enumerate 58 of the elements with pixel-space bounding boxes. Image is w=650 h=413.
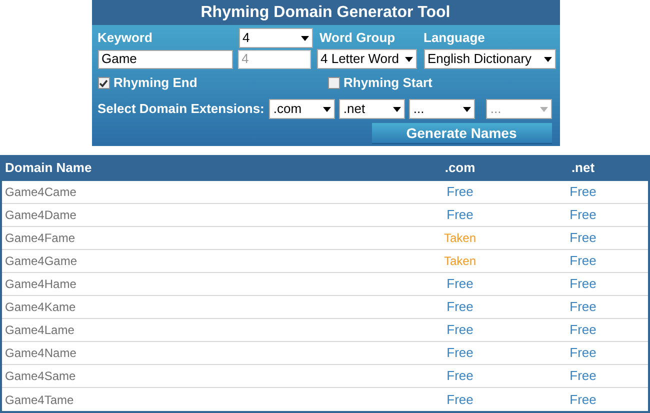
availability-status: Free	[446, 275, 474, 294]
domain-name: Game4Same	[4, 368, 77, 385]
dropdown[interactable]: .com	[269, 99, 336, 119]
availability-status: Free	[446, 183, 474, 202]
caret-icon	[404, 56, 412, 62]
column-header: .net	[570, 159, 596, 178]
domain-name: Game4Game	[4, 253, 78, 270]
checkbox[interactable]	[98, 77, 110, 89]
domain-name: Game4Fame	[4, 230, 76, 247]
dropdown[interactable]: English Dictionary	[424, 49, 556, 69]
count-field[interactable]: 4	[238, 50, 310, 68]
caret-icon	[544, 56, 552, 62]
dropdown[interactable]: 4	[238, 28, 312, 48]
availability-status: Free	[446, 298, 474, 316]
domain-name: Game4Hame	[4, 276, 78, 293]
domain-name: Game4Tame	[4, 392, 75, 408]
domain-name: Game4Lame	[4, 322, 76, 339]
availability-status: Free	[446, 367, 474, 386]
column-header: .com	[444, 159, 476, 178]
availability-status: Taken	[442, 230, 478, 247]
availability-status: Free	[568, 252, 598, 270]
caret-icon	[393, 106, 402, 112]
caret-icon	[540, 106, 548, 112]
dropdown[interactable]: .net	[339, 99, 406, 119]
availability-status: Free	[568, 206, 598, 224]
field-label: Keyword	[98, 29, 154, 48]
availability-status: Free	[568, 344, 598, 362]
checkbox-label: Rhyming End	[114, 74, 198, 92]
domain-name: Game4Kame	[4, 299, 77, 316]
availability-status: Free	[568, 275, 598, 294]
dropdown[interactable]: ...	[409, 99, 476, 119]
availability-status: Free	[568, 183, 598, 202]
domain-name: Game4Came	[4, 184, 78, 201]
checkbox-label: Rhyming Start	[344, 74, 432, 92]
caret-icon	[463, 106, 472, 112]
availability-status: Free	[568, 298, 598, 316]
extensions-label: Select Domain Extensions:	[98, 100, 264, 118]
availability-status: Free	[446, 390, 474, 409]
availability-status: Free	[568, 390, 598, 409]
availability-status: Taken	[442, 253, 478, 270]
column-header: Domain Name	[4, 159, 93, 178]
domain-name: Game4Name	[4, 345, 78, 362]
availability-status: Free	[568, 229, 598, 248]
availability-status: Free	[446, 344, 474, 362]
availability-status: Free	[568, 321, 598, 340]
domain-name: Game4Dame	[4, 207, 78, 224]
caret-icon	[300, 36, 308, 40]
availability-status: Free	[446, 206, 474, 224]
field-label: Language	[424, 29, 485, 48]
panel-title: Rhyming Domain Generator Tool	[92, 0, 560, 25]
checkbox[interactable]	[328, 77, 340, 89]
dropdown[interactable]: 4 Letter Word	[316, 49, 416, 69]
availability-status: Free	[568, 367, 598, 386]
caret-icon	[323, 106, 332, 112]
checkmark-icon	[99, 78, 108, 88]
availability-status: Free	[446, 321, 474, 340]
field-label: Word Group	[320, 29, 396, 48]
keyword-field[interactable]: Game	[98, 50, 232, 68]
